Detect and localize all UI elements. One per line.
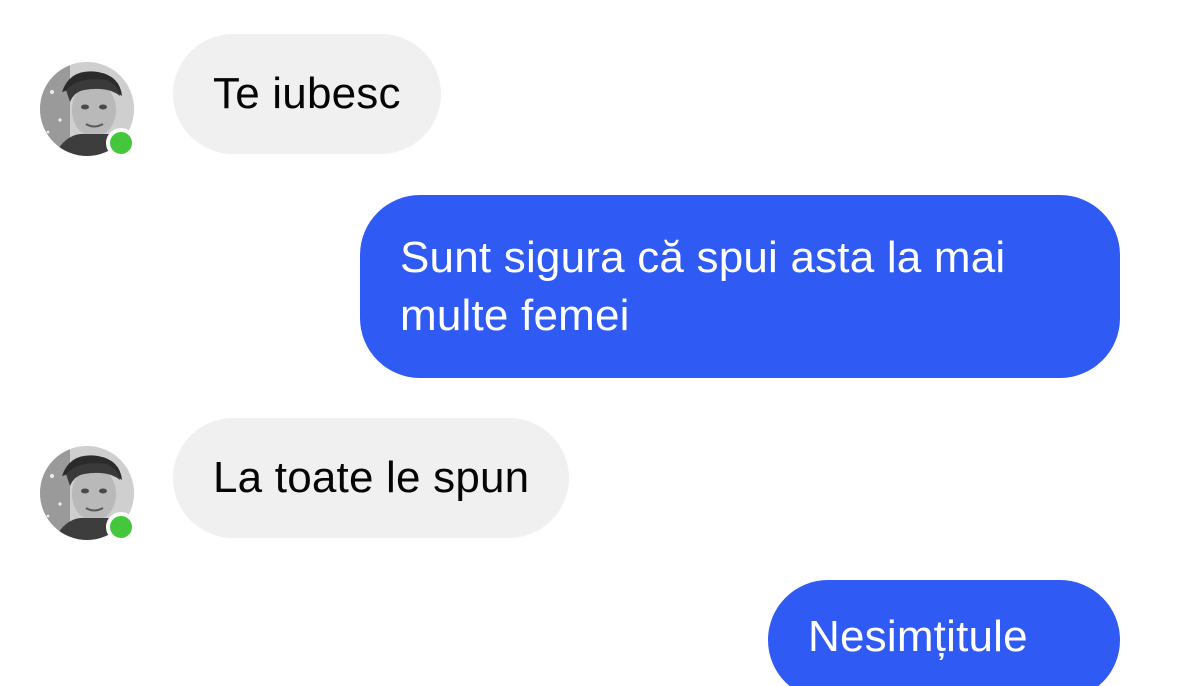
- message-received-bubble[interactable]: Te iubesc: [173, 34, 441, 154]
- message-sent-bubble[interactable]: Nesimțitule: [768, 580, 1120, 686]
- contact-avatar[interactable]: [40, 62, 136, 158]
- message-thread: Te iubesc Sunt sigura că spui asta la ma…: [0, 0, 1200, 686]
- message-sent-bubble[interactable]: Sunt sigura că spui asta la mai multe fe…: [360, 195, 1120, 378]
- message-text: La toate le spun: [213, 453, 530, 502]
- online-status-dot: [106, 128, 136, 158]
- message-text: Sunt sigura că spui asta la mai multe fe…: [400, 232, 1006, 340]
- message-text: Te iubesc: [213, 69, 401, 118]
- contact-avatar[interactable]: [40, 446, 136, 542]
- message-received-bubble[interactable]: La toate le spun: [173, 418, 570, 538]
- message-text: Nesimțitule: [808, 612, 1028, 661]
- online-status-dot: [106, 512, 136, 542]
